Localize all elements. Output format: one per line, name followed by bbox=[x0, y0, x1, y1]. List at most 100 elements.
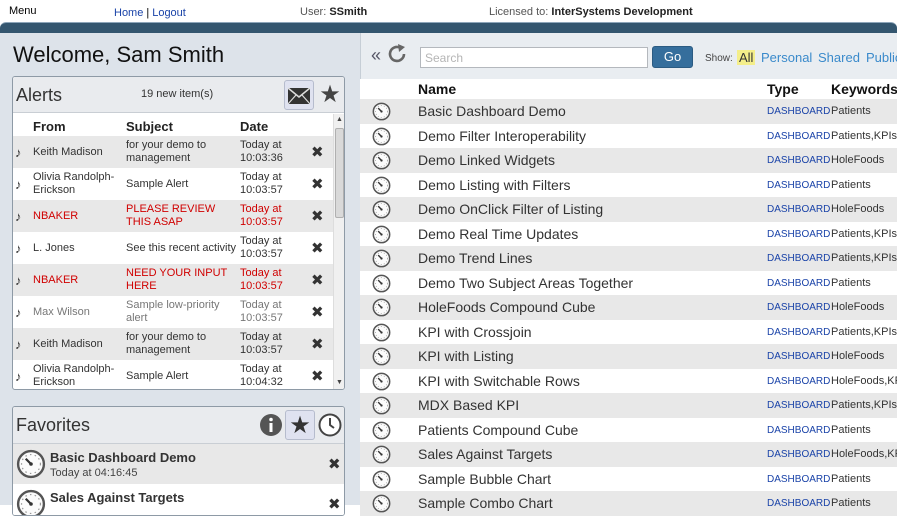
delete-icon[interactable]: ✖ bbox=[311, 175, 324, 193]
list-row[interactable]: Basic Dashboard Demo DASHBOARD Patients bbox=[360, 99, 897, 124]
item-name[interactable]: Demo Real Time Updates bbox=[418, 226, 578, 242]
home-link[interactable]: Home bbox=[114, 7, 143, 19]
list-row[interactable]: MDX Based KPI DASHBOARD Patients,KPIs bbox=[360, 393, 897, 418]
alert-row[interactable]: ♪ L. Jones See this recent activity Today a… bbox=[13, 232, 333, 264]
delete-icon[interactable]: ✖ bbox=[311, 207, 324, 225]
alert-subject: Sample low-priority alert bbox=[126, 299, 220, 324]
list-row[interactable]: KPI with Crossjoin DASHBOARD Patients,KPIs bbox=[360, 320, 897, 345]
alert-row[interactable]: ♪ Max Wilson Sample low-priority alert Toda… bbox=[13, 296, 333, 328]
filter-shared[interactable]: Shared bbox=[818, 50, 860, 65]
delete-icon[interactable]: ✖ bbox=[328, 495, 341, 513]
delete-icon[interactable]: ✖ bbox=[311, 143, 324, 161]
alerts-scrollbar[interactable]: ▲ ▼ bbox=[333, 114, 344, 389]
list-row[interactable]: Sample Combo Chart DASHBOARD Patients bbox=[360, 491, 897, 516]
alert-row[interactable]: ♪ Olivia Randolph-Erickson Sample Alert Tod… bbox=[13, 360, 333, 389]
search-input[interactable] bbox=[420, 47, 648, 68]
item-name[interactable]: HoleFoods Compound Cube bbox=[418, 299, 595, 315]
item-name[interactable]: MDX Based KPI bbox=[418, 397, 519, 413]
license-name: InterSystems Development bbox=[551, 6, 693, 18]
item-name[interactable]: Demo Two Subject Areas Together bbox=[418, 275, 633, 291]
item-type: DASHBOARD bbox=[767, 106, 831, 117]
col-from[interactable]: From bbox=[33, 119, 66, 134]
filter-public[interactable]: Public bbox=[866, 50, 897, 65]
alert-row[interactable]: ♪ Olivia Randolph-Erickson Sample Alert Tod… bbox=[13, 168, 333, 200]
alert-row[interactable]: ♪ Keith Madison for your demo to managemen… bbox=[13, 328, 333, 360]
item-name[interactable]: KPI with Switchable Rows bbox=[418, 373, 580, 389]
alerts-title: Alerts bbox=[16, 85, 63, 105]
scroll-thumb[interactable] bbox=[335, 128, 344, 218]
list-row[interactable]: Demo Real Time Updates DASHBOARD Patients,… bbox=[360, 222, 897, 247]
list-row[interactable]: Demo Trend Lines DASHBOARD Patients,KPIs bbox=[360, 246, 897, 271]
item-name[interactable]: Sales Against Targets bbox=[418, 446, 552, 462]
list-row[interactable]: Demo OnClick Filter of Listing DASHBOARD H… bbox=[360, 197, 897, 222]
item-name[interactable]: Demo Linked Widgets bbox=[418, 152, 555, 168]
mail-icon[interactable] bbox=[284, 80, 314, 110]
col-type[interactable]: Type bbox=[767, 81, 799, 97]
col-subject[interactable]: Subject bbox=[126, 119, 173, 134]
alert-row[interactable]: ♪ NBAKER NEED YOUR INPUT HERE Today at 10:0… bbox=[13, 264, 333, 296]
delete-icon[interactable]: ✖ bbox=[311, 335, 324, 353]
favorite-item[interactable]: Basic Dashboard Demo Today at 04:16:45 ✖ bbox=[13, 444, 344, 484]
list-row[interactable]: Demo Linked Widgets DASHBOARD HoleFoods bbox=[360, 148, 897, 173]
list-row[interactable]: Patients Compound Cube DASHBOARD Patients bbox=[360, 418, 897, 443]
list-row[interactable]: Sample Bubble Chart DASHBOARD Patients bbox=[360, 467, 897, 492]
item-name[interactable]: Sample Bubble Chart bbox=[418, 471, 551, 487]
item-keywords: HoleFoods bbox=[831, 203, 885, 215]
collapse-icon[interactable]: « bbox=[371, 45, 381, 66]
item-name[interactable]: Demo Listing with Filters bbox=[418, 177, 571, 193]
delete-icon[interactable]: ✖ bbox=[311, 303, 324, 321]
alert-row[interactable]: ♪ NBAKER PLEASE REVIEW THIS ASAP Today at 1… bbox=[13, 200, 333, 232]
filter-all[interactable]: All bbox=[737, 50, 756, 65]
col-name[interactable]: Name bbox=[418, 81, 456, 97]
go-button[interactable]: Go bbox=[652, 46, 693, 68]
list-row[interactable]: Demo Filter Interoperability DASHBOARD Pat… bbox=[360, 124, 897, 149]
item-name[interactable]: Basic Dashboard Demo bbox=[418, 103, 566, 119]
alert-date: Today at 10:03:57 bbox=[240, 299, 283, 324]
delete-icon[interactable]: ✖ bbox=[311, 367, 324, 385]
header-links: Home | Logout bbox=[114, 7, 186, 19]
refresh-icon[interactable] bbox=[386, 43, 408, 65]
info-icon[interactable] bbox=[256, 410, 286, 440]
filter-personal[interactable]: Personal bbox=[761, 50, 812, 65]
star-icon[interactable]: ★ bbox=[315, 80, 344, 110]
item-type: DASHBOARD bbox=[767, 424, 831, 436]
item-name[interactable]: Demo Trend Lines bbox=[418, 250, 532, 266]
user-name: SSmith bbox=[329, 6, 368, 18]
item-keywords: Patients bbox=[831, 178, 871, 191]
list-row[interactable]: Sales Against Targets DASHBOARD HoleFoods,… bbox=[360, 442, 897, 467]
dashboard-clock-icon bbox=[372, 494, 391, 513]
history-clock-icon[interactable] bbox=[315, 410, 344, 440]
license-info: Licensed to: InterSystems Development bbox=[489, 6, 693, 18]
delete-icon[interactable]: ✖ bbox=[311, 239, 324, 257]
item-keywords: HoleFoods bbox=[831, 154, 885, 166]
item-name[interactable]: Demo Filter Interoperability bbox=[418, 128, 586, 144]
col-date[interactable]: Date bbox=[240, 119, 268, 134]
favorites-star-icon[interactable]: ★ bbox=[285, 410, 315, 440]
item-name[interactable]: Demo OnClick Filter of Listing bbox=[418, 201, 603, 217]
item-type: DASHBOARD bbox=[767, 253, 831, 264]
logout-link[interactable]: Logout bbox=[152, 7, 186, 19]
alert-row[interactable]: ♪ Keith Madison for your demo to managemen… bbox=[13, 136, 333, 168]
list-row[interactable]: HoleFoods Compound Cube DASHBOARD HoleFood… bbox=[360, 295, 897, 320]
list-row[interactable]: KPI with Switchable Rows DASHBOARD HoleFoo… bbox=[360, 369, 897, 394]
scroll-down-icon[interactable]: ▼ bbox=[336, 379, 343, 386]
col-keywords[interactable]: Keywords bbox=[831, 81, 897, 97]
item-type: DASHBOARD bbox=[767, 228, 831, 240]
list-row[interactable]: Demo Listing with Filters DASHBOARD Patien… bbox=[360, 173, 897, 198]
favorite-title[interactable]: Basic Dashboard Demo bbox=[50, 450, 196, 465]
dashboard-clock-icon bbox=[372, 200, 391, 219]
list-row[interactable]: Demo Two Subject Areas Together DASHBOARD… bbox=[360, 271, 897, 296]
delete-icon[interactable]: ✖ bbox=[311, 271, 324, 289]
item-name[interactable]: KPI with Listing bbox=[418, 348, 514, 364]
favorite-item[interactable]: Sales Against Targets ✖ bbox=[13, 484, 344, 515]
item-name[interactable]: Sample Combo Chart bbox=[418, 495, 553, 511]
item-name[interactable]: KPI with Crossjoin bbox=[418, 324, 532, 340]
list-row[interactable]: KPI with Listing DASHBOARD HoleFoods bbox=[360, 344, 897, 369]
scroll-up-icon[interactable]: ▲ bbox=[336, 116, 343, 123]
item-name[interactable]: Patients Compound Cube bbox=[418, 422, 578, 438]
item-type: DASHBOARD bbox=[767, 179, 831, 191]
menu-button[interactable]: Menu bbox=[9, 5, 37, 17]
delete-icon[interactable]: ✖ bbox=[328, 455, 341, 473]
favorite-title[interactable]: Sales Against Targets bbox=[50, 490, 184, 505]
item-keywords: Patients,KPIs bbox=[831, 252, 897, 264]
